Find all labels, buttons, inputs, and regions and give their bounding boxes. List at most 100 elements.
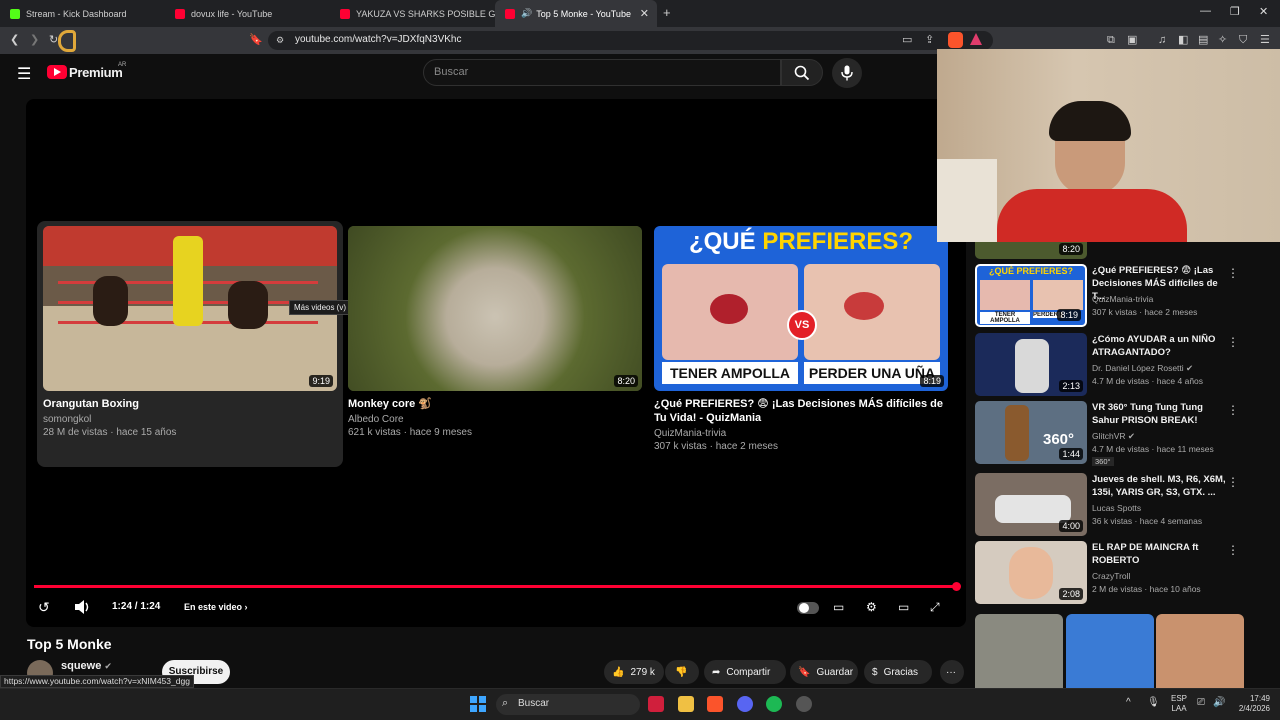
sidebar-video-item[interactable]: 2:13 ¿Cómo AYUDAR a un NIÑO ATRAGANTADO?…	[975, 333, 1245, 397]
dislike-button[interactable]: 👎	[665, 660, 699, 684]
search-button[interactable]	[781, 59, 823, 86]
spotify-icon[interactable]	[766, 696, 782, 712]
sidebar-video-item[interactable]: 360° 1:44 VR 360° Tung Tung Tung Sahur P…	[975, 401, 1245, 466]
progress-scrubber[interactable]	[952, 582, 961, 591]
fullscreen-icon[interactable]: ⤢	[930, 599, 940, 615]
bookmark-icon[interactable]: 🔖	[249, 33, 263, 47]
shorts-thumbnail[interactable]	[1156, 614, 1244, 688]
subtitles-icon[interactable]: ▭	[833, 599, 844, 615]
file-explorer-icon[interactable]	[678, 696, 694, 712]
windows-taskbar	[0, 688, 1280, 720]
new-tab-icon[interactable]: +	[663, 5, 671, 20]
more-options-icon[interactable]: ⋮	[1227, 335, 1239, 349]
brave-rewards-icon[interactable]	[970, 33, 982, 45]
endscreen-title[interactable]: ¿Qué PREFIERES? 😨 ¡Las Decisiones MÁS di…	[654, 397, 944, 425]
premium-logo-text[interactable]: Premium	[69, 65, 123, 80]
shorts-thumbnail[interactable]	[975, 614, 1063, 688]
network-icon[interactable]: ⎚	[1197, 697, 1205, 708]
clock[interactable]: 17:49 2/4/2026	[1232, 694, 1270, 714]
shorts-thumbnail[interactable]	[1066, 614, 1154, 688]
site-info-icon[interactable]: ⚙	[276, 33, 284, 47]
minimize-icon[interactable]: —	[1200, 5, 1211, 17]
menu-icon[interactable]: ☰	[1260, 33, 1270, 47]
progress-bar[interactable]	[34, 585, 956, 588]
more-options-icon[interactable]: ⋮	[1227, 266, 1239, 280]
endscreen-channel[interactable]: QuizMania-trivia	[654, 427, 726, 440]
screenshot-icon[interactable]: ▣	[1127, 33, 1137, 47]
like-button[interactable]: 👍 279 k	[604, 660, 664, 684]
duration-badge: 8:20	[1059, 243, 1083, 255]
volume-tray-icon[interactable]: 🔊	[1213, 697, 1225, 708]
save-icon: 🔖	[798, 666, 811, 678]
tray-chevron-icon[interactable]: ^	[1126, 697, 1131, 708]
sidebar-thumbnail[interactable]: 2:13	[975, 333, 1087, 396]
thanks-button[interactable]: $ Gracias	[864, 660, 932, 684]
more-options-icon[interactable]: ⋮	[1227, 543, 1239, 557]
brave-browser-icon[interactable]	[707, 696, 723, 712]
youtube-logo-icon[interactable]	[47, 65, 67, 79]
tab-top-5-monke[interactable]: 🔊 Top 5 Monke - YouTube ✕	[495, 0, 657, 27]
more-actions-button[interactable]: ···	[940, 660, 964, 684]
endscreen-thumbnail-quiz[interactable]: ¿QUÉ PREFIERES? VS TENER AMPOLLA PERDER …	[654, 226, 948, 391]
more-options-icon[interactable]: ⋮	[1227, 403, 1239, 417]
sidebar-thumbnail[interactable]: ¿QUÉ PREFIERES? TENER AMPOLLA PERDER UN …	[975, 264, 1087, 327]
voice-search-button[interactable]	[832, 58, 862, 88]
vpn-icon[interactable]: ⛉	[1239, 33, 1247, 47]
sidebar-video-item[interactable]: 4:00 Jueves de shell. M3, R6, X6M, 135i,…	[975, 473, 1245, 537]
share-button[interactable]: ➦ Compartir	[704, 660, 786, 684]
wallet-icon[interactable]: ▤	[1198, 33, 1208, 47]
more-options-icon[interactable]: ⋮	[1227, 475, 1239, 489]
endscreen-channel[interactable]: somongkol	[43, 413, 91, 426]
thanks-label: Gracias	[883, 666, 919, 678]
discord-icon[interactable]	[737, 696, 753, 712]
extensions-icon[interactable]: ⧉	[1107, 33, 1115, 47]
tab-kick-dashboard[interactable]: Stream - Kick Dashboard	[0, 0, 165, 27]
settings-icon[interactable]: ⚙	[866, 599, 877, 615]
reload-icon[interactable]: ↻	[49, 33, 58, 47]
sidebar-thumbnail[interactable]: 2:08	[975, 541, 1087, 604]
close-window-icon[interactable]: ✕	[1259, 5, 1268, 18]
language-indicator[interactable]: ESP LAA	[1171, 694, 1187, 714]
mic-tray-icon[interactable]: 🎙	[1147, 697, 1160, 708]
chapter-button[interactable]: En este video ›	[184, 599, 248, 615]
url-text[interactable]: youtube.com/watch?v=JDXfqN3VKhc	[295, 34, 461, 45]
forward-icon[interactable]: ❯	[30, 33, 39, 47]
back-icon[interactable]: ❮	[10, 33, 19, 47]
taskbar-search[interactable]: ⌕ Buscar	[496, 694, 640, 715]
maximize-icon[interactable]: ❐	[1230, 5, 1240, 18]
sidebar-video-title[interactable]: Jueves de shell. M3, R6, X6M, 135i, YARI…	[1092, 473, 1227, 499]
media-icon[interactable]: ♫	[1158, 33, 1166, 47]
close-tab-icon[interactable]: ✕	[640, 7, 649, 20]
endscreen-channel[interactable]: Albedo Core	[348, 413, 404, 426]
leo-icon[interactable]: ✧	[1218, 33, 1227, 47]
search-input[interactable]: Buscar	[423, 59, 781, 86]
sidebar-thumbnail[interactable]: 360° 1:44	[975, 401, 1087, 464]
replay-icon[interactable]: ↺	[38, 599, 50, 615]
endscreen-title[interactable]: Monkey core 🐒	[348, 397, 638, 411]
endscreen-thumbnail-monkey[interactable]: 8:20	[348, 226, 642, 391]
share-page-icon[interactable]: ⇪	[925, 33, 934, 47]
sidebar-thumbnail[interactable]: 4:00	[975, 473, 1087, 536]
sidebar-video-title[interactable]: VR 360° Tung Tung Tung Sahur PRISON BREA…	[1092, 401, 1227, 427]
sidebar-video-title[interactable]: EL RAP DE MAINCRA ft ROBERTO	[1092, 541, 1227, 567]
autoplay-toggle[interactable]	[797, 602, 819, 614]
sidebar-thumbnail-partial[interactable]: 8:20	[975, 239, 1087, 259]
volume-button[interactable]	[74, 599, 92, 619]
windows-start-icon[interactable]	[470, 696, 486, 712]
cast-icon[interactable]: ▭	[902, 33, 912, 47]
tab-yakuza-sharks[interactable]: YAKUZA VS SHARKS POSIBLE GUERR	[330, 0, 495, 27]
hamburger-menu-icon[interactable]: ☰	[17, 64, 31, 84]
channel-name[interactable]: squewe ✔	[61, 660, 112, 672]
sidebar-video-title[interactable]: ¿Cómo AYUDAR a un NIÑO ATRAGANTADO?	[1092, 333, 1227, 359]
tab-dovux-life[interactable]: dovux life - YouTube	[165, 0, 330, 27]
sidebar-meta: 307 k vistas · hace 2 meses	[1092, 307, 1198, 317]
sidebar-video-item[interactable]: ¿QUÉ PREFIERES? TENER AMPOLLA PERDER UN …	[975, 264, 1245, 328]
brave-shields-icon[interactable]	[948, 32, 963, 48]
sidebar-toggle-icon[interactable]: ◧	[1178, 33, 1188, 47]
save-button[interactable]: 🔖 Guardar	[790, 660, 858, 684]
app-icon-obs[interactable]	[796, 696, 812, 712]
endscreen-title[interactable]: Orangutan Boxing	[43, 397, 333, 411]
sidebar-video-item[interactable]: 2:08 EL RAP DE MAINCRA ft ROBERTO CrazyT…	[975, 541, 1245, 605]
theater-mode-icon[interactable]: ▭	[898, 599, 909, 615]
app-icon-adobe[interactable]	[648, 696, 664, 712]
